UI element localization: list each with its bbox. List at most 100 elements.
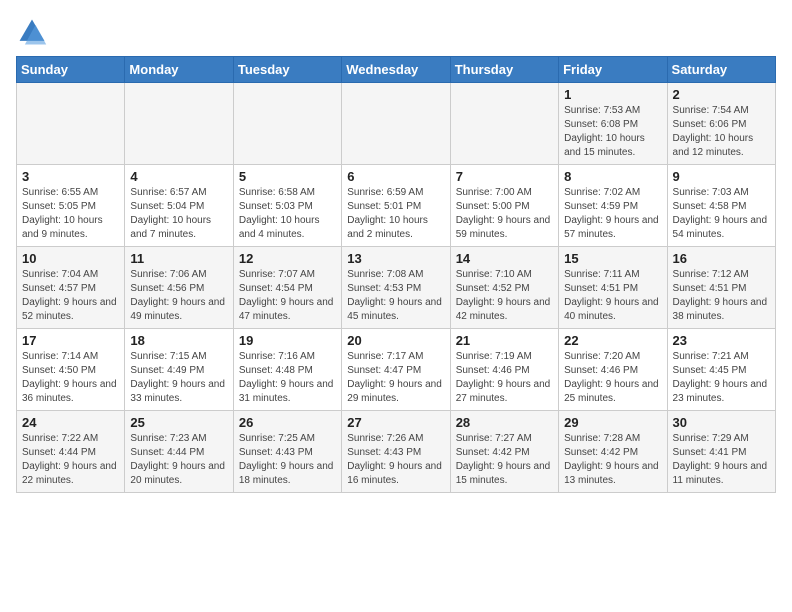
day-info: Sunrise: 7:53 AM Sunset: 6:08 PM Dayligh… (564, 104, 661, 160)
calendar-cell: 13 Sunrise: 7:08 AM Sunset: 4:53 PM Dayli… (342, 247, 450, 329)
calendar-cell: 26 Sunrise: 7:25 AM Sunset: 4:43 PM Dayli… (233, 411, 341, 493)
day-info: Sunrise: 6:55 AM Sunset: 5:05 PM Dayligh… (22, 186, 119, 242)
page-header (16, 16, 776, 48)
calendar-cell: 11 Sunrise: 7:06 AM Sunset: 4:56 PM Dayli… (125, 247, 233, 329)
day-info: Sunrise: 7:07 AM Sunset: 4:54 PM Dayligh… (239, 268, 336, 324)
calendar-cell: 29 Sunrise: 7:28 AM Sunset: 4:42 PM Dayli… (559, 411, 667, 493)
column-header-saturday: Saturday (667, 57, 775, 83)
day-info: Sunrise: 7:25 AM Sunset: 4:43 PM Dayligh… (239, 432, 336, 488)
day-info: Sunrise: 6:58 AM Sunset: 5:03 PM Dayligh… (239, 186, 336, 242)
day-info: Sunrise: 7:12 AM Sunset: 4:51 PM Dayligh… (673, 268, 770, 324)
day-number: 13 (347, 251, 444, 266)
calendar-cell: 5 Sunrise: 6:58 AM Sunset: 5:03 PM Daylig… (233, 165, 341, 247)
day-info: Sunrise: 7:54 AM Sunset: 6:06 PM Dayligh… (673, 104, 770, 160)
day-number: 11 (130, 251, 227, 266)
day-info: Sunrise: 7:28 AM Sunset: 4:42 PM Dayligh… (564, 432, 661, 488)
day-number: 6 (347, 169, 444, 184)
column-header-sunday: Sunday (17, 57, 125, 83)
calendar-cell: 15 Sunrise: 7:11 AM Sunset: 4:51 PM Dayli… (559, 247, 667, 329)
day-info: Sunrise: 7:29 AM Sunset: 4:41 PM Dayligh… (673, 432, 770, 488)
day-number: 22 (564, 333, 661, 348)
week-row-4: 17 Sunrise: 7:14 AM Sunset: 4:50 PM Dayli… (17, 329, 776, 411)
calendar-cell: 8 Sunrise: 7:02 AM Sunset: 4:59 PM Daylig… (559, 165, 667, 247)
day-number: 26 (239, 415, 336, 430)
calendar-header-row: SundayMondayTuesdayWednesdayThursdayFrid… (17, 57, 776, 83)
column-header-monday: Monday (125, 57, 233, 83)
day-info: Sunrise: 7:15 AM Sunset: 4:49 PM Dayligh… (130, 350, 227, 406)
calendar-cell: 7 Sunrise: 7:00 AM Sunset: 5:00 PM Daylig… (450, 165, 558, 247)
day-info: Sunrise: 7:22 AM Sunset: 4:44 PM Dayligh… (22, 432, 119, 488)
day-number: 7 (456, 169, 553, 184)
day-info: Sunrise: 7:14 AM Sunset: 4:50 PM Dayligh… (22, 350, 119, 406)
day-info: Sunrise: 7:20 AM Sunset: 4:46 PM Dayligh… (564, 350, 661, 406)
day-number: 24 (22, 415, 119, 430)
column-header-wednesday: Wednesday (342, 57, 450, 83)
day-number: 17 (22, 333, 119, 348)
day-number: 20 (347, 333, 444, 348)
calendar-cell: 20Sunrise: 7:17 AM Sunset: 4:47 PM Dayli… (342, 329, 450, 411)
day-number: 3 (22, 169, 119, 184)
calendar-body: 1 Sunrise: 7:53 AM Sunset: 6:08 PM Daylig… (17, 83, 776, 493)
calendar-cell (342, 83, 450, 165)
calendar-cell: 10 Sunrise: 7:04 AM Sunset: 4:57 PM Dayli… (17, 247, 125, 329)
logo (16, 16, 52, 48)
day-info: Sunrise: 7:02 AM Sunset: 4:59 PM Dayligh… (564, 186, 661, 242)
calendar-cell (17, 83, 125, 165)
day-number: 29 (564, 415, 661, 430)
calendar-cell: 30 Sunrise: 7:29 AM Sunset: 4:41 PM Dayli… (667, 411, 775, 493)
calendar-cell: 25 Sunrise: 7:23 AM Sunset: 4:44 PM Dayli… (125, 411, 233, 493)
day-number: 18 (130, 333, 227, 348)
day-number: 5 (239, 169, 336, 184)
week-row-1: 1 Sunrise: 7:53 AM Sunset: 6:08 PM Daylig… (17, 83, 776, 165)
day-info: Sunrise: 7:08 AM Sunset: 4:53 PM Dayligh… (347, 268, 444, 324)
calendar-cell: 27 Sunrise: 7:26 AM Sunset: 4:43 PM Dayli… (342, 411, 450, 493)
column-header-thursday: Thursday (450, 57, 558, 83)
week-row-2: 3 Sunrise: 6:55 AM Sunset: 5:05 PM Daylig… (17, 165, 776, 247)
day-number: 10 (22, 251, 119, 266)
day-number: 19 (239, 333, 336, 348)
day-info: Sunrise: 7:16 AM Sunset: 4:48 PM Dayligh… (239, 350, 336, 406)
calendar-cell (125, 83, 233, 165)
day-number: 4 (130, 169, 227, 184)
calendar-cell: 18 Sunrise: 7:15 AM Sunset: 4:49 PM Dayli… (125, 329, 233, 411)
day-number: 2 (673, 87, 770, 102)
day-number: 25 (130, 415, 227, 430)
day-info: Sunrise: 7:19 AM Sunset: 4:46 PM Dayligh… (456, 350, 553, 406)
day-number: 14 (456, 251, 553, 266)
calendar-cell: 14 Sunrise: 7:10 AM Sunset: 4:52 PM Dayli… (450, 247, 558, 329)
day-info: Sunrise: 7:23 AM Sunset: 4:44 PM Dayligh… (130, 432, 227, 488)
day-number: 8 (564, 169, 661, 184)
day-number: 27 (347, 415, 444, 430)
day-number: 1 (564, 87, 661, 102)
calendar-cell: 6 Sunrise: 6:59 AM Sunset: 5:01 PM Daylig… (342, 165, 450, 247)
calendar-cell: 22 Sunrise: 7:20 AM Sunset: 4:46 PM Dayli… (559, 329, 667, 411)
week-row-5: 24 Sunrise: 7:22 AM Sunset: 4:44 PM Dayli… (17, 411, 776, 493)
day-number: 15 (564, 251, 661, 266)
day-number: 16 (673, 251, 770, 266)
day-number: 28 (456, 415, 553, 430)
calendar-cell: 1 Sunrise: 7:53 AM Sunset: 6:08 PM Daylig… (559, 83, 667, 165)
calendar-cell (233, 83, 341, 165)
day-number: 23 (673, 333, 770, 348)
calendar-cell: 16 Sunrise: 7:12 AM Sunset: 4:51 PM Dayli… (667, 247, 775, 329)
day-number: 30 (673, 415, 770, 430)
week-row-3: 10 Sunrise: 7:04 AM Sunset: 4:57 PM Dayli… (17, 247, 776, 329)
calendar-cell: 9Sunrise: 7:03 AM Sunset: 4:58 PM Daylig… (667, 165, 775, 247)
day-info: Sunrise: 7:04 AM Sunset: 4:57 PM Dayligh… (22, 268, 119, 324)
day-info: Sunrise: 7:10 AM Sunset: 4:52 PM Dayligh… (456, 268, 553, 324)
column-header-friday: Friday (559, 57, 667, 83)
day-info: Sunrise: 7:27 AM Sunset: 4:42 PM Dayligh… (456, 432, 553, 488)
day-info: Sunrise: 7:06 AM Sunset: 4:56 PM Dayligh… (130, 268, 227, 324)
day-info: Sunrise: 6:59 AM Sunset: 5:01 PM Dayligh… (347, 186, 444, 242)
day-info: Sunrise: 7:00 AM Sunset: 5:00 PM Dayligh… (456, 186, 553, 242)
day-info: Sunrise: 7:11 AM Sunset: 4:51 PM Dayligh… (564, 268, 661, 324)
day-info: Sunrise: 7:21 AM Sunset: 4:45 PM Dayligh… (673, 350, 770, 406)
calendar-cell: 12Sunrise: 7:07 AM Sunset: 4:54 PM Dayli… (233, 247, 341, 329)
calendar-cell: 3 Sunrise: 6:55 AM Sunset: 5:05 PM Daylig… (17, 165, 125, 247)
calendar-cell: 21 Sunrise: 7:19 AM Sunset: 4:46 PM Dayli… (450, 329, 558, 411)
day-number: 21 (456, 333, 553, 348)
calendar-table: SundayMondayTuesdayWednesdayThursdayFrid… (16, 56, 776, 493)
logo-icon (16, 16, 48, 48)
day-info: Sunrise: 7:03 AM Sunset: 4:58 PM Dayligh… (673, 186, 770, 242)
day-info: Sunrise: 7:26 AM Sunset: 4:43 PM Dayligh… (347, 432, 444, 488)
